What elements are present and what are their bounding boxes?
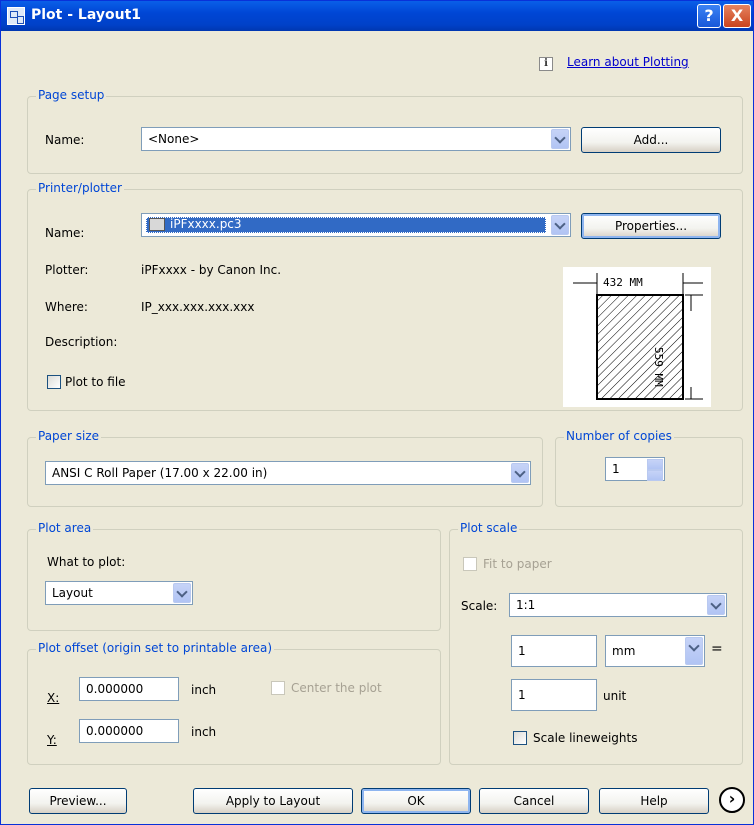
- page-setup-name-label: Name:: [45, 133, 85, 147]
- plotter-value: iPFxxxx - by Canon Inc.: [141, 263, 282, 277]
- equals-sign: =: [711, 641, 723, 657]
- ok-button[interactable]: OK: [361, 788, 471, 814]
- printer-name-select[interactable]: iPFxxxx.pc3: [141, 213, 571, 237]
- center-plot-label: Center the plot: [291, 681, 382, 695]
- copies-decrement-button[interactable]: [647, 470, 663, 481]
- plot-offset-legend: Plot offset (origin set to printable are…: [36, 641, 275, 655]
- fit-to-paper-checkbox[interactable]: [463, 557, 477, 571]
- plot-to-file-checkbox[interactable]: [47, 375, 61, 389]
- copies-legend: Number of copies: [564, 429, 674, 443]
- paper-preview: 432 MM 559 MM: [563, 267, 711, 407]
- scale-mm-input[interactable]: 1: [511, 635, 597, 667]
- scale-lineweights-checkbox[interactable]: [513, 731, 527, 745]
- where-value: IP_xxx.xxx.xxx.xxx: [141, 300, 255, 314]
- page-setup-name-value: <None>: [148, 132, 200, 146]
- window-title: Plot - Layout1: [31, 7, 142, 23]
- chevron-down-icon: [685, 637, 703, 665]
- offset-y-label: Y:: [47, 733, 57, 747]
- printer-name-label: Name:: [45, 226, 85, 240]
- fit-to-paper-label: Fit to paper: [483, 557, 552, 571]
- scale-lineweights-label[interactable]: Scale lineweights: [533, 731, 637, 745]
- description-label: Description:: [45, 335, 118, 349]
- apply-to-layout-button[interactable]: Apply to Layout: [193, 788, 353, 814]
- add-button[interactable]: Add...: [581, 127, 721, 153]
- scale-unit-value: mm: [612, 644, 636, 658]
- scale-unit-label: unit: [603, 689, 627, 703]
- plot-area-legend: Plot area: [36, 521, 94, 535]
- plot-area-group: Plot area: [27, 521, 441, 631]
- what-to-plot-select[interactable]: Layout: [45, 581, 193, 605]
- plot-to-file-label[interactable]: Plot to file: [65, 375, 126, 389]
- paper-size-legend: Paper size: [36, 429, 102, 443]
- cancel-button[interactable]: Cancel: [479, 788, 589, 814]
- page-setup-legend: Page setup: [36, 88, 107, 102]
- paper-size-value: ANSI C Roll Paper (17.00 x 22.00 in): [52, 466, 268, 480]
- info-icon: i: [539, 57, 553, 71]
- chevron-down-icon: [707, 595, 725, 615]
- help-button[interactable]: Help: [599, 788, 709, 814]
- offset-x-unit: inch: [191, 683, 217, 697]
- plot-dialog: Plot - Layout1 ? X i Learn about Plottin…: [0, 0, 754, 825]
- plot-offset-group: Plot offset (origin set to printable are…: [27, 641, 441, 765]
- title-bar[interactable]: Plot - Layout1 ? X: [1, 1, 753, 31]
- chevron-down-icon: [551, 129, 569, 149]
- chevron-down-icon: [511, 463, 529, 483]
- what-to-plot-label: What to plot:: [47, 555, 126, 569]
- plot-scale-legend: Plot scale: [458, 521, 520, 535]
- offset-y-unit: inch: [191, 725, 217, 739]
- plotter-label: Plotter:: [45, 263, 89, 277]
- preview-height-label: 559 MM: [652, 347, 665, 387]
- where-label: Where:: [45, 300, 88, 314]
- copies-increment-button[interactable]: [647, 459, 663, 470]
- learn-about-plotting-link[interactable]: Learn about Plotting: [567, 55, 689, 69]
- scale-select[interactable]: 1:1: [509, 593, 727, 617]
- title-help-button[interactable]: ?: [697, 4, 721, 28]
- scale-unit-select[interactable]: mm: [605, 635, 705, 667]
- scale-value: 1:1: [516, 598, 536, 612]
- chevron-down-icon: [173, 583, 191, 603]
- printer-plotter-legend: Printer/plotter: [36, 181, 124, 195]
- more-options-button[interactable]: ›: [719, 787, 745, 813]
- preview-button[interactable]: Preview...: [29, 788, 127, 814]
- plot-app-icon: [7, 7, 25, 25]
- printer-icon: [149, 218, 165, 231]
- scale-label: Scale:: [461, 599, 498, 613]
- printer-name-value: iPFxxxx.pc3: [170, 217, 242, 231]
- what-to-plot-value: Layout: [52, 586, 93, 600]
- title-close-button[interactable]: X: [723, 4, 751, 28]
- offset-y-input[interactable]: 0.000000: [79, 719, 179, 743]
- preview-width-label: 432 MM: [603, 276, 643, 289]
- paper-size-select[interactable]: ANSI C Roll Paper (17.00 x 22.00 in): [45, 461, 531, 485]
- page-setup-name-select[interactable]: <None>: [141, 127, 571, 151]
- center-plot-checkbox[interactable]: [271, 681, 285, 695]
- scale-unit-input[interactable]: 1: [511, 679, 597, 711]
- chevron-down-icon: [551, 215, 569, 235]
- properties-button[interactable]: Properties...: [581, 213, 721, 239]
- offset-x-input[interactable]: 0.000000: [79, 677, 179, 701]
- offset-x-label: X:: [47, 691, 60, 705]
